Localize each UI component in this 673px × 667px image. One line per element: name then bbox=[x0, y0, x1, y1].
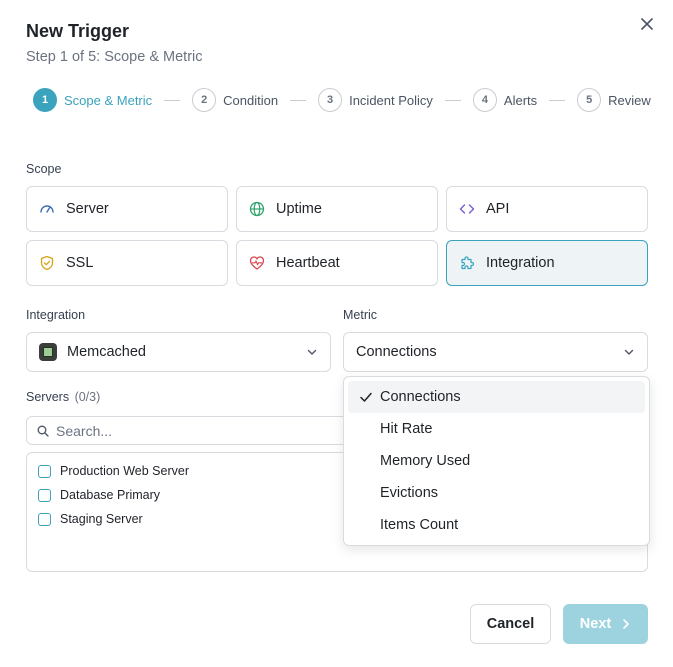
servers-count: (0/3) bbox=[74, 390, 101, 404]
search-icon bbox=[37, 425, 49, 437]
scope-options: Server Uptime API SSL Heartbeat Integrat… bbox=[26, 186, 648, 286]
code-icon bbox=[458, 200, 476, 218]
chevron-right-icon bbox=[621, 618, 631, 630]
new-trigger-dialog: New Trigger Step 1 of 5: Scope & Metric … bbox=[0, 0, 673, 667]
step-condition[interactable]: 2 Condition bbox=[192, 88, 278, 112]
metric-option-hit-rate[interactable]: Hit Rate bbox=[348, 413, 645, 445]
scope-option-server[interactable]: Server bbox=[26, 186, 228, 232]
server-name: Production Web Server bbox=[60, 464, 189, 478]
cancel-button[interactable]: Cancel bbox=[470, 604, 551, 644]
memcached-logo-icon bbox=[39, 343, 57, 361]
checkbox[interactable] bbox=[38, 464, 51, 478]
step-alerts[interactable]: 4 Alerts bbox=[472, 88, 538, 112]
option-label: Evictions bbox=[380, 485, 439, 501]
integration-label: Integration bbox=[26, 308, 86, 322]
chevron-down-icon bbox=[307, 349, 317, 355]
step-divider bbox=[164, 99, 181, 101]
integration-value: Memcached bbox=[67, 344, 146, 360]
step-label: Condition bbox=[223, 92, 279, 108]
step-scope-metric[interactable]: 1 Scope & Metric bbox=[33, 88, 152, 112]
scope-option-integration[interactable]: Integration bbox=[446, 240, 648, 286]
scope-option-label: Server bbox=[66, 201, 109, 217]
shield-icon bbox=[38, 254, 56, 272]
puzzle-icon bbox=[458, 254, 476, 272]
servers-label-text: Servers bbox=[26, 390, 70, 404]
search-input[interactable] bbox=[56, 422, 336, 439]
dialog-title: New Trigger bbox=[26, 21, 130, 41]
step-label: Incident Policy bbox=[349, 92, 433, 108]
server-name: Database Primary bbox=[60, 488, 161, 502]
chevron-down-icon bbox=[624, 349, 634, 355]
scope-option-ssl[interactable]: SSL bbox=[26, 240, 228, 286]
metric-option-memory-used[interactable]: Memory Used bbox=[348, 445, 645, 477]
next-button-label: Next bbox=[579, 616, 612, 632]
gauge-icon bbox=[38, 200, 56, 218]
step-number: 2 bbox=[192, 88, 217, 112]
step-divider bbox=[444, 99, 461, 101]
step-review[interactable]: 5 Review bbox=[577, 88, 651, 112]
step-incident-policy[interactable]: 3 Incident Policy bbox=[318, 88, 433, 112]
servers-label: Servers (0/3) bbox=[26, 390, 100, 404]
close-icon bbox=[641, 18, 653, 30]
scope-option-label: Integration bbox=[486, 255, 555, 271]
close-button[interactable] bbox=[637, 14, 657, 34]
metric-dropdown-menu: Connections Hit Rate Memory Used Evictio… bbox=[343, 376, 650, 546]
step-number: 5 bbox=[577, 88, 602, 112]
metric-option-connections[interactable]: Connections bbox=[348, 381, 645, 413]
checkbox[interactable] bbox=[38, 488, 51, 502]
metric-option-evictions[interactable]: Evictions bbox=[348, 477, 645, 509]
step-number: 4 bbox=[472, 88, 497, 112]
option-label: Memory Used bbox=[380, 453, 471, 469]
server-search[interactable] bbox=[26, 416, 366, 445]
scope-option-label: API bbox=[486, 201, 510, 217]
scope-option-label: SSL bbox=[66, 255, 94, 271]
checkbox[interactable] bbox=[38, 512, 51, 526]
option-label: Items Count bbox=[380, 517, 459, 533]
globe-icon bbox=[248, 200, 266, 218]
scope-option-heartbeat[interactable]: Heartbeat bbox=[236, 240, 438, 286]
step-label: Scope & Metric bbox=[64, 92, 153, 108]
scope-option-label: Heartbeat bbox=[276, 255, 340, 271]
heart-pulse-icon bbox=[248, 254, 266, 272]
server-name: Staging Server bbox=[60, 512, 143, 526]
metric-select[interactable]: Connections bbox=[343, 332, 648, 372]
stepper: 1 Scope & Metric 2 Condition 3 Incident … bbox=[33, 88, 651, 112]
option-label: Hit Rate bbox=[380, 421, 433, 437]
dialog-subtitle: Step 1 of 5: Scope & Metric bbox=[26, 49, 203, 65]
metric-option-items-count[interactable]: Items Count bbox=[348, 509, 645, 541]
next-button[interactable]: Next bbox=[563, 604, 648, 644]
integration-select[interactable]: Memcached bbox=[26, 332, 331, 372]
scope-option-uptime[interactable]: Uptime bbox=[236, 186, 438, 232]
scope-option-label: Uptime bbox=[276, 201, 322, 217]
step-divider bbox=[290, 99, 307, 101]
scope-option-api[interactable]: API bbox=[446, 186, 648, 232]
step-number: 3 bbox=[318, 88, 343, 112]
option-label: Connections bbox=[380, 389, 461, 405]
step-label: Review bbox=[608, 92, 651, 108]
scope-label: Scope bbox=[26, 162, 62, 176]
metric-value: Connections bbox=[356, 344, 437, 360]
step-divider bbox=[549, 99, 566, 101]
step-label: Alerts bbox=[503, 92, 538, 108]
metric-label: Metric bbox=[343, 308, 378, 322]
cancel-button-label: Cancel bbox=[486, 616, 535, 632]
step-number: 1 bbox=[33, 88, 57, 112]
checkmark-icon bbox=[360, 392, 372, 402]
